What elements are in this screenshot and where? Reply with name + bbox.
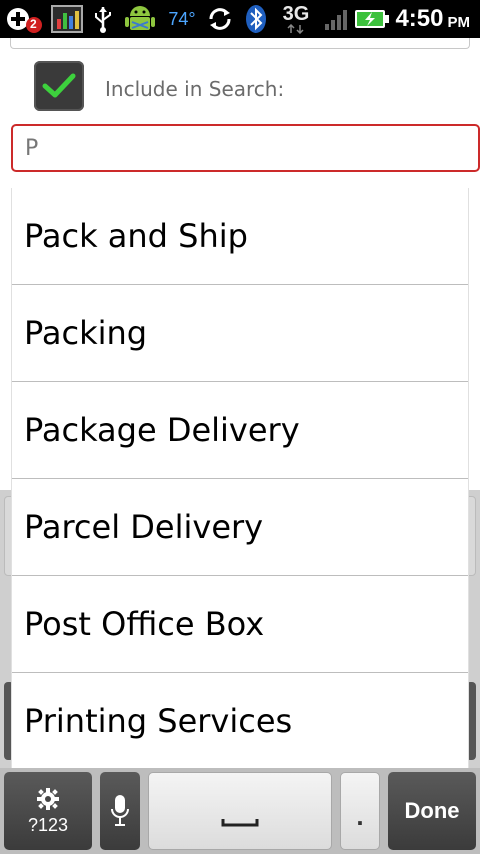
notification-count: 2: [30, 17, 37, 31]
previous-field-edge[interactable]: [10, 38, 470, 49]
search-input[interactable]: [11, 124, 480, 172]
microphone-icon: [111, 795, 129, 826]
microphone-key[interactable]: [100, 772, 140, 850]
gear-icon: [37, 787, 59, 810]
temperature-text: 74°: [168, 8, 196, 29]
search-form: Include in Search:: [0, 38, 480, 188]
sync-icon: [204, 4, 236, 34]
clock: 4:50 PM: [395, 0, 470, 38]
symbols-key[interactable]: ?123: [4, 772, 92, 850]
suggestion-item[interactable]: Package Delivery: [12, 382, 468, 479]
space-bar-icon: [221, 819, 259, 827]
suggestion-dropdown: Pack and Ship Packing Package Delivery P…: [11, 188, 469, 768]
network-type: 3G: [282, 3, 310, 25]
suggestion-item[interactable]: Printing Services: [12, 673, 468, 768]
network-3g-icon: 3G: [278, 4, 314, 34]
usb-icon: [90, 4, 116, 34]
period-key[interactable]: .: [340, 772, 380, 850]
status-bar: 2 74° 3G 4:50 PM: [0, 0, 480, 38]
suggestion-item[interactable]: Post Office Box: [12, 576, 468, 673]
include-in-search-checkbox[interactable]: [34, 61, 84, 111]
chart-app-icon: [50, 4, 84, 34]
keyboard: ?123 . Done: [0, 768, 480, 854]
clock-ampm: PM: [447, 13, 471, 31]
suggestion-item[interactable]: Parcel Delivery: [12, 479, 468, 576]
signal-strength-icon: [322, 4, 350, 34]
space-key[interactable]: [148, 772, 332, 850]
checkmark-icon: [42, 73, 76, 98]
notification-plus-icon[interactable]: 2: [4, 4, 44, 34]
period-key-label: .: [356, 800, 364, 831]
done-key[interactable]: Done: [388, 772, 476, 850]
suggestion-item[interactable]: Pack and Ship: [12, 188, 468, 285]
suggestion-item[interactable]: Packing: [12, 285, 468, 382]
symbols-key-label: ?123: [27, 814, 69, 835]
bluetooth-icon: [242, 4, 270, 34]
clock-time: 4:50: [395, 5, 444, 32]
battery-charging-icon: [354, 4, 390, 34]
include-in-search-label: Include in Search:: [105, 77, 285, 101]
android-debug-icon: [120, 4, 160, 34]
